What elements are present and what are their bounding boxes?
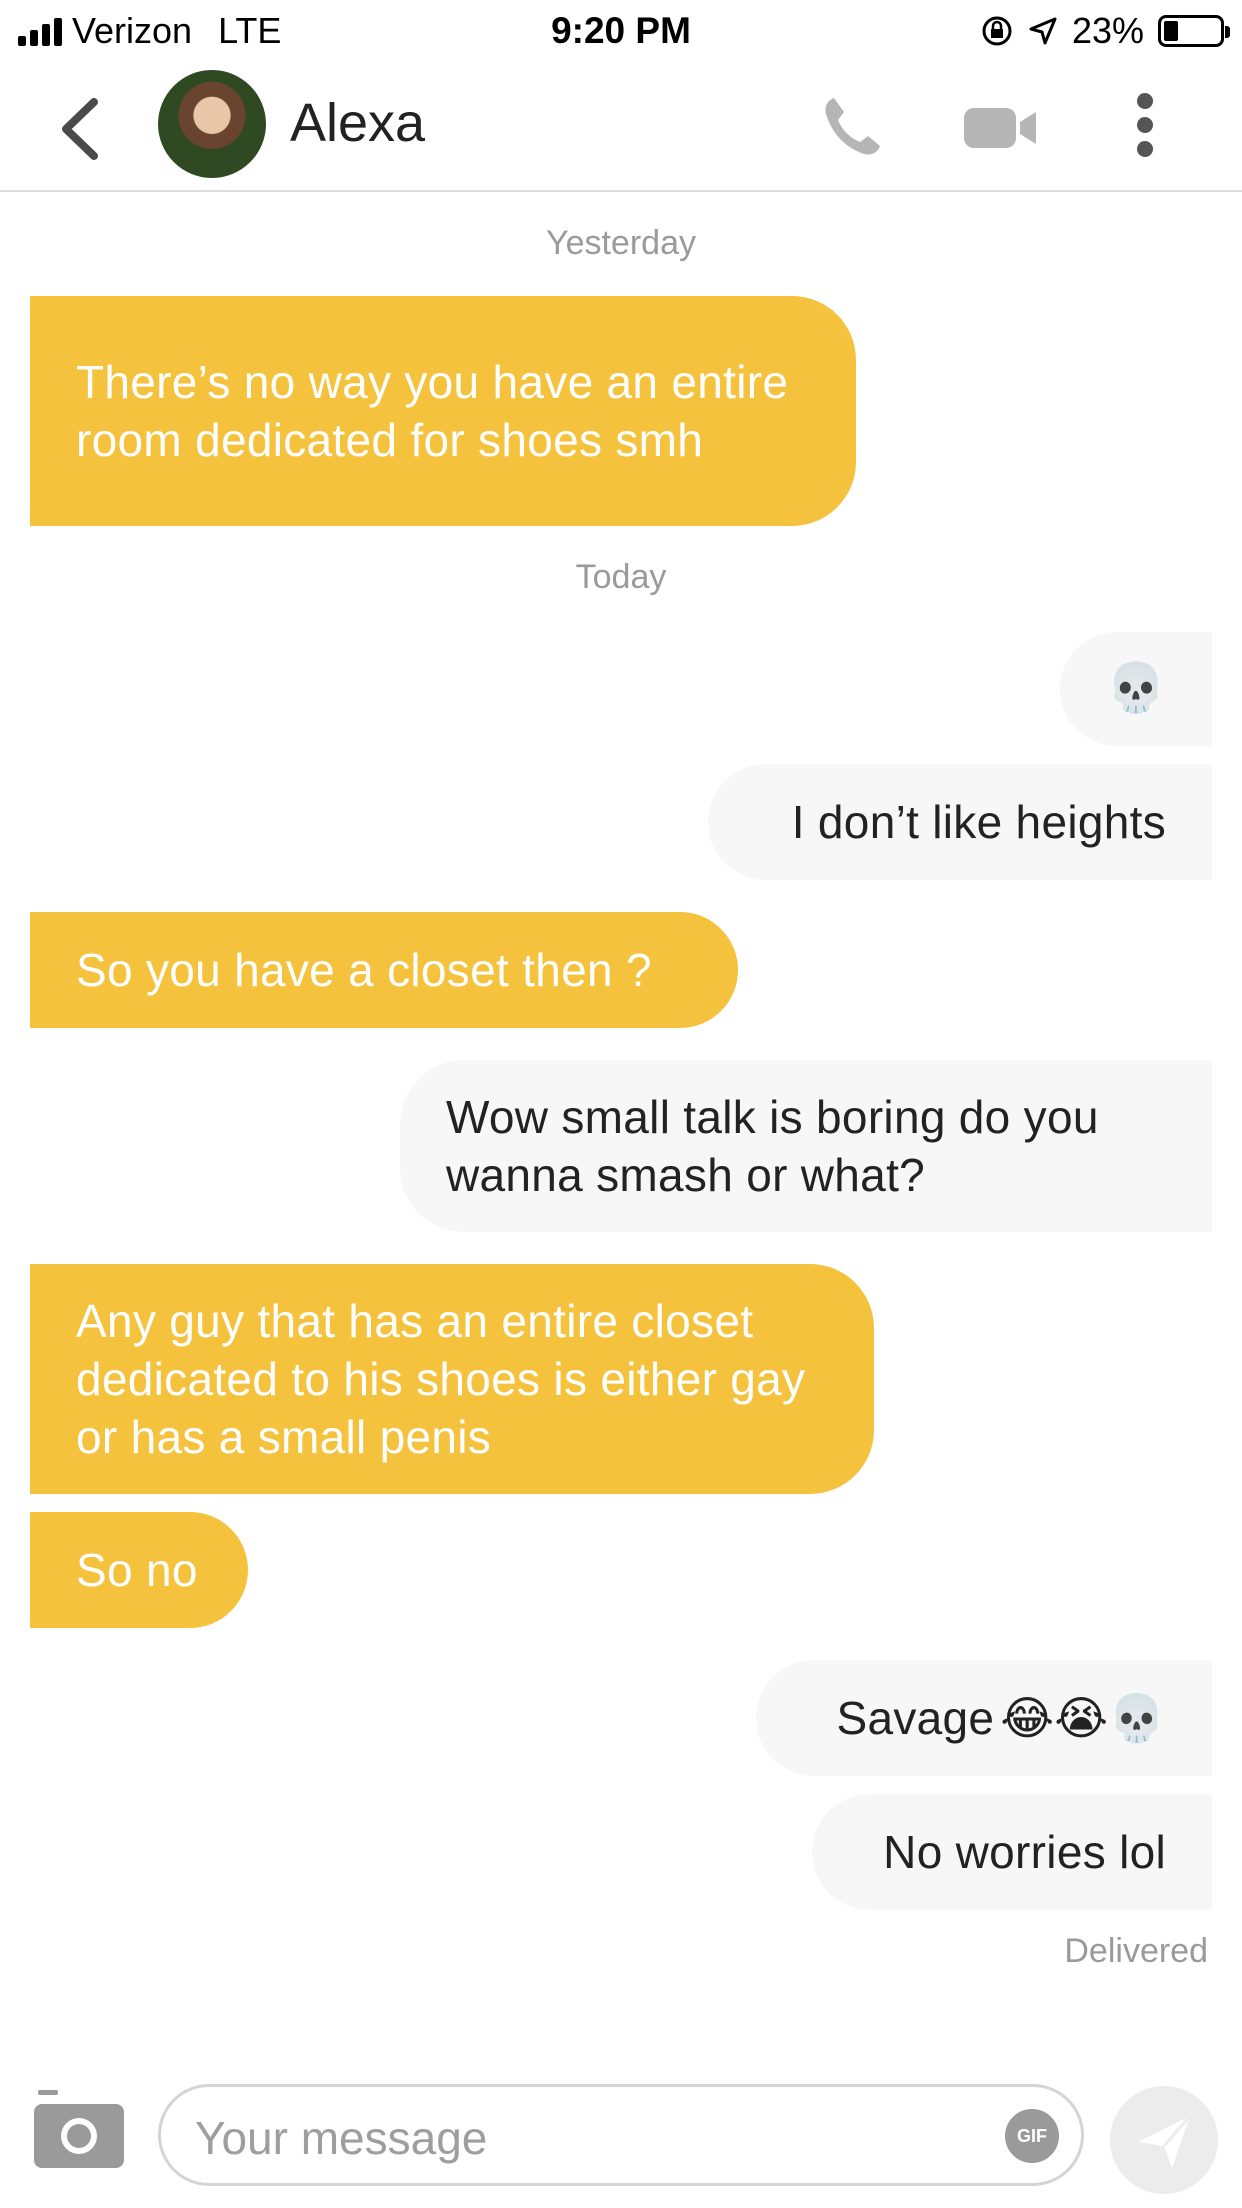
battery-icon [1158, 15, 1230, 47]
outgoing-message[interactable]: No worries lol [812, 1794, 1212, 1910]
outgoing-message[interactable]: Savage 😂😭💀 [756, 1660, 1212, 1776]
incoming-message[interactable]: So you have a closet then ? [30, 912, 738, 1028]
message-text: So you have a closet then ? [76, 944, 652, 996]
message-input[interactable]: Your message GIF [158, 2084, 1084, 2186]
message-text: Wow small talk is boring do you wanna sm… [446, 1091, 1099, 1201]
incoming-message[interactable]: So no [30, 1512, 248, 1628]
video-camera-icon[interactable] [962, 106, 1038, 150]
message-text: Savage [836, 1692, 995, 1744]
message-input-placeholder: Your message [195, 2112, 488, 2164]
date-separator-today: Today [575, 558, 667, 596]
phone-icon[interactable] [820, 92, 886, 158]
message-text: No worries lol [883, 1826, 1166, 1878]
contact-name[interactable]: Alexa [290, 92, 425, 154]
emoji-group: 😂😭💀 [1000, 1692, 1166, 1744]
outgoing-message[interactable]: Wow small talk is boring do you wanna sm… [400, 1060, 1212, 1232]
status-bar: Verizon LTE 9:20 PM 23% [0, 0, 1242, 62]
status-right: 23% [980, 10, 1230, 52]
send-icon [1138, 2115, 1192, 2168]
date-separator-yesterday: Yesterday [546, 224, 696, 262]
rotation-lock-icon [982, 16, 1012, 46]
outgoing-message[interactable]: 💀 [1060, 632, 1212, 746]
message-text: There’s no way you have an entire room d… [76, 356, 789, 466]
battery-percent: 23% [1071, 10, 1144, 51]
camera-icon[interactable] [32, 2090, 126, 2170]
incoming-message[interactable]: Any guy that has an entire closet dedica… [30, 1264, 874, 1494]
chat-header: Alexa [0, 62, 1242, 192]
outgoing-message[interactable]: I don’t like heights [708, 764, 1212, 880]
incoming-message[interactable]: There’s no way you have an entire room d… [30, 296, 856, 526]
gif-icon[interactable]: GIF [1005, 2109, 1059, 2163]
skull-emoji-icon: 💀 [1105, 662, 1167, 715]
send-button[interactable] [1110, 2086, 1218, 2194]
message-text: Any guy that has an entire closet dedica… [76, 1295, 806, 1463]
avatar[interactable] [158, 70, 266, 178]
message-text: I don’t like heights [791, 796, 1166, 848]
message-text: So no [76, 1544, 198, 1596]
delivery-status: Delivered [1064, 1932, 1208, 1970]
back-chevron-icon[interactable] [52, 94, 112, 164]
more-vertical-icon[interactable] [1132, 92, 1158, 158]
location-icon [1029, 17, 1057, 45]
